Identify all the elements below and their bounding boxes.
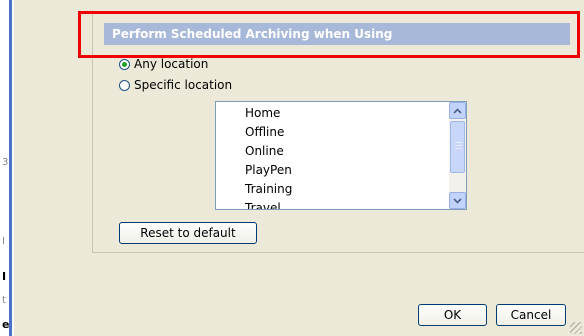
scroll-down-button[interactable] xyxy=(449,192,466,209)
background-text-fragment: t xyxy=(2,295,6,306)
radio-checked-icon[interactable] xyxy=(119,58,130,70)
list-item[interactable]: Offline xyxy=(245,123,284,141)
listbox-scrollbar[interactable] xyxy=(449,102,466,209)
scroll-up-button[interactable] xyxy=(449,102,466,119)
resize-grip-icon[interactable] xyxy=(570,322,582,334)
list-item[interactable]: Training xyxy=(245,180,292,198)
radio-label: Any location xyxy=(134,57,209,71)
radio-any-location[interactable]: Any location xyxy=(119,56,208,72)
list-item[interactable]: Home xyxy=(245,104,280,122)
background-window-edge: 3 I I t e xyxy=(0,0,14,336)
radio-unchecked-icon[interactable] xyxy=(119,79,130,91)
chevron-up-icon xyxy=(453,108,462,114)
background-text-fragment: I xyxy=(2,236,5,247)
list-item[interactable]: Online xyxy=(245,142,284,160)
scroll-grip-line xyxy=(455,148,462,149)
cancel-button[interactable]: Cancel xyxy=(496,304,566,326)
ok-button[interactable]: OK xyxy=(418,304,487,326)
background-text-fragment: e xyxy=(2,318,10,331)
background-window-border xyxy=(9,0,12,336)
chevron-down-icon xyxy=(453,198,462,204)
background-text-fragment: I xyxy=(2,270,7,283)
reset-to-default-button[interactable]: Reset to default xyxy=(119,222,257,244)
background-text-fragment: 3 xyxy=(2,157,9,168)
scroll-grip-line xyxy=(455,142,462,143)
highlight-annotation-box xyxy=(78,11,580,58)
list-item[interactable]: PlayPen xyxy=(245,161,292,179)
scroll-grip-line xyxy=(455,145,462,146)
radio-specific-location[interactable]: Specific location xyxy=(119,77,232,93)
location-listbox[interactable]: Home Offline Online PlayPen Training Tra… xyxy=(215,101,467,210)
radio-label: Specific location xyxy=(134,78,233,92)
list-item[interactable]: Travel xyxy=(245,199,281,209)
scroll-thumb[interactable] xyxy=(450,121,465,173)
